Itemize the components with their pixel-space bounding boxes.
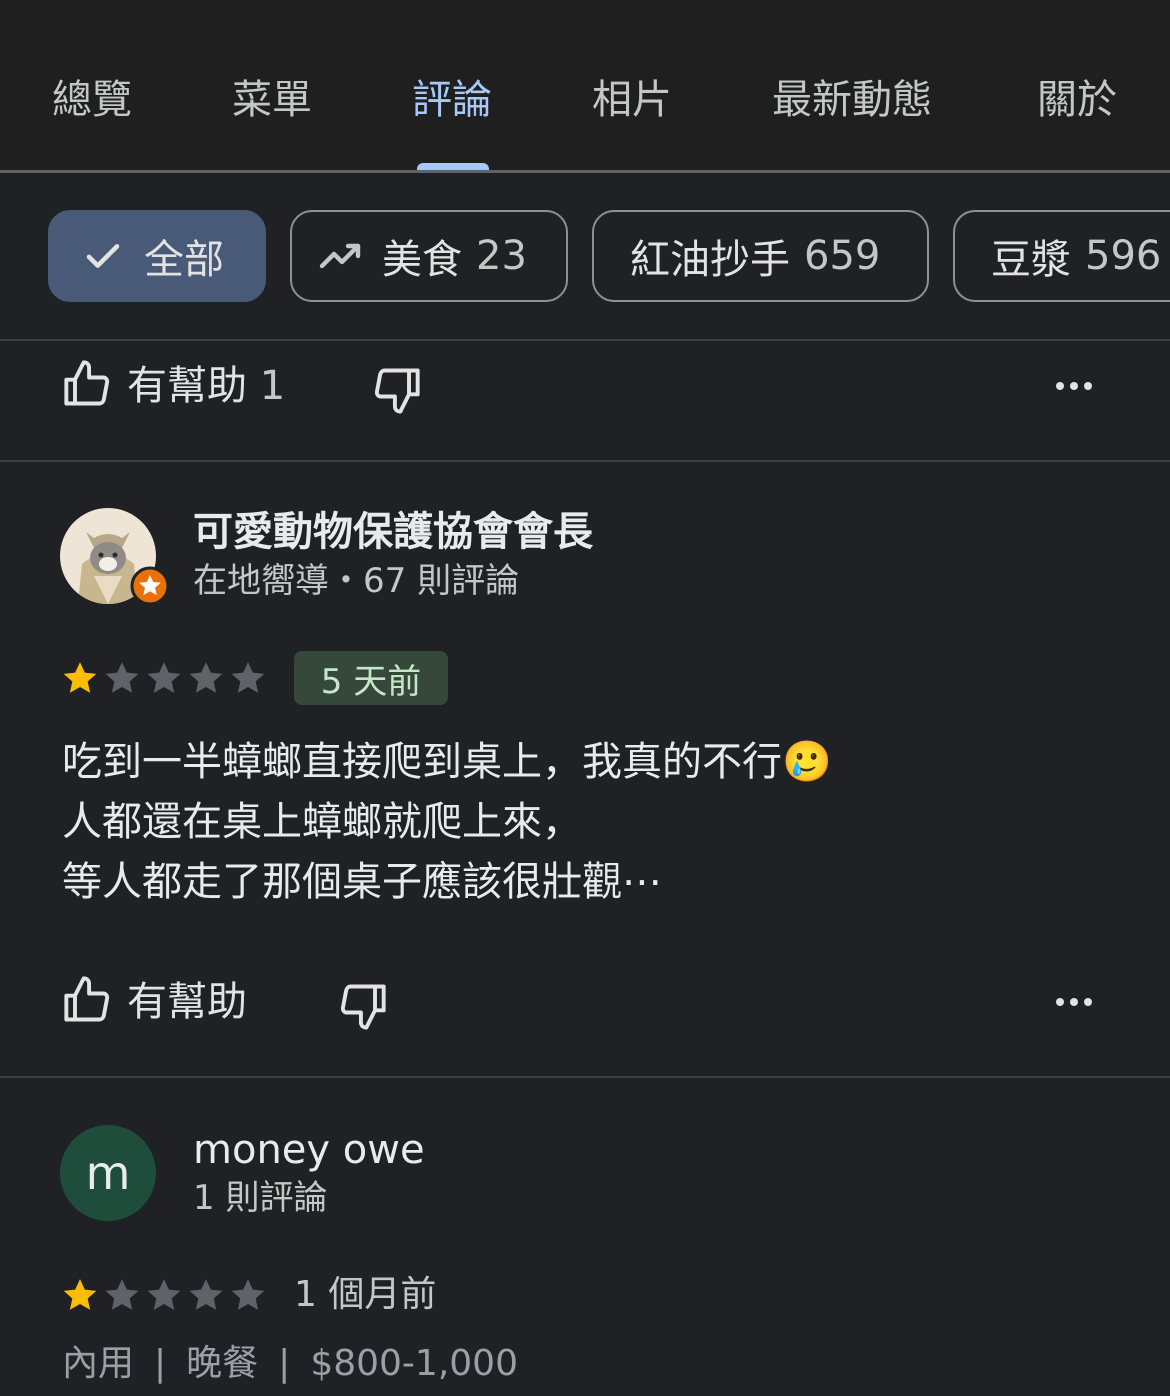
thumb-down-icon[interactable] [370, 364, 422, 416]
star-rating [60, 1275, 270, 1315]
review-date-badge: 5 天前 [294, 651, 448, 705]
filter-chip-label: 美食 [382, 237, 462, 283]
helpful-button[interactable]: 有幫助 1 [127, 361, 285, 411]
tab-about[interactable]: 關於 [1037, 75, 1117, 125]
helpful-button[interactable]: 有幫助 [127, 977, 247, 1027]
emoji: 🥲 [782, 739, 832, 785]
review-tags: 內用 | 晚餐 | $800-1,000 [62, 1342, 518, 1386]
reviewer-name[interactable]: money owe [193, 1126, 425, 1174]
reviewer-meta: 1 則評論 [193, 1178, 328, 1218]
filter-chip-count: 596 [1085, 233, 1162, 279]
tab-overview[interactable]: 總覽 [52, 75, 132, 125]
tag-separator: | [278, 1343, 291, 1384]
tag-meal: 晚餐 [186, 1343, 259, 1384]
star-filled-icon [63, 1279, 97, 1310]
star-empty-icon [105, 662, 139, 693]
reviewer-meta: 在地嚮導・67 則評論 [193, 561, 520, 601]
tab-updates[interactable]: 最新動態 [772, 75, 932, 125]
filter-chip-label: 豆漿 [991, 237, 1071, 283]
filter-chip-soymilk[interactable]: 豆漿 596 [953, 210, 1170, 302]
filter-chip-label: 紅油抄手 [630, 237, 790, 283]
helpful-count: 1 [259, 363, 286, 409]
star-empty-icon [105, 1279, 139, 1310]
star-empty-icon [147, 662, 181, 693]
tag-price: $800-1,000 [310, 1343, 518, 1384]
filter-chip-count: 659 [804, 233, 881, 279]
local-guide-badge-icon [130, 566, 170, 606]
star-empty-icon [231, 662, 265, 693]
thumb-down-icon[interactable] [336, 980, 388, 1032]
filter-chip-count: 23 [476, 233, 527, 279]
tab-reviews[interactable]: 評論 [412, 75, 492, 125]
filter-chip-food[interactable]: 美食 23 [290, 210, 568, 302]
tab-photos[interactable]: 相片 [592, 75, 672, 125]
divider [0, 339, 1170, 341]
avatar[interactable]: m [60, 1125, 156, 1221]
filter-chip-label: 全部 [144, 237, 224, 283]
thumb-up-icon[interactable] [62, 358, 114, 410]
divider [0, 460, 1170, 462]
tab-bar: 總覽 菜單 評論 相片 最新動態 關於 [0, 0, 1170, 173]
review-text-line: 人都還在桌上蟑螂就爬上來， [62, 799, 582, 845]
reviewer-name[interactable]: 可愛動物保護協會會長 [193, 508, 593, 556]
tab-menu[interactable]: 菜單 [232, 75, 312, 125]
review-text: 吃到一半蟑螂直接爬到桌上，我真的不行 [62, 739, 782, 785]
star-empty-icon [189, 1279, 223, 1310]
tab-divider [0, 170, 1170, 173]
thumb-up-icon[interactable] [62, 974, 114, 1026]
helpful-label: 有幫助 [127, 363, 247, 409]
star-empty-icon [231, 1279, 265, 1310]
review-date: 1 個月前 [294, 1274, 437, 1315]
filter-chip-wonton[interactable]: 紅油抄手 659 [592, 210, 929, 302]
more-options-icon[interactable] [1054, 990, 1094, 1014]
review-text-line: 吃到一半蟑螂直接爬到桌上，我真的不行🥲 [62, 737, 832, 787]
divider [0, 1076, 1170, 1078]
star-empty-icon [189, 662, 223, 693]
star-filled-icon [63, 662, 97, 693]
trending-up-icon [319, 243, 361, 269]
filter-chip-all[interactable]: 全部 [48, 210, 266, 302]
more-options-icon[interactable] [1054, 374, 1094, 398]
tag-separator: | [154, 1343, 167, 1384]
star-empty-icon [147, 1279, 181, 1310]
review-text-line: 等人都走了那個桌子應該很壯觀⋯ [62, 859, 662, 905]
tag-dine-in: 內用 [62, 1343, 135, 1384]
star-rating [60, 658, 270, 698]
check-icon [86, 244, 120, 268]
